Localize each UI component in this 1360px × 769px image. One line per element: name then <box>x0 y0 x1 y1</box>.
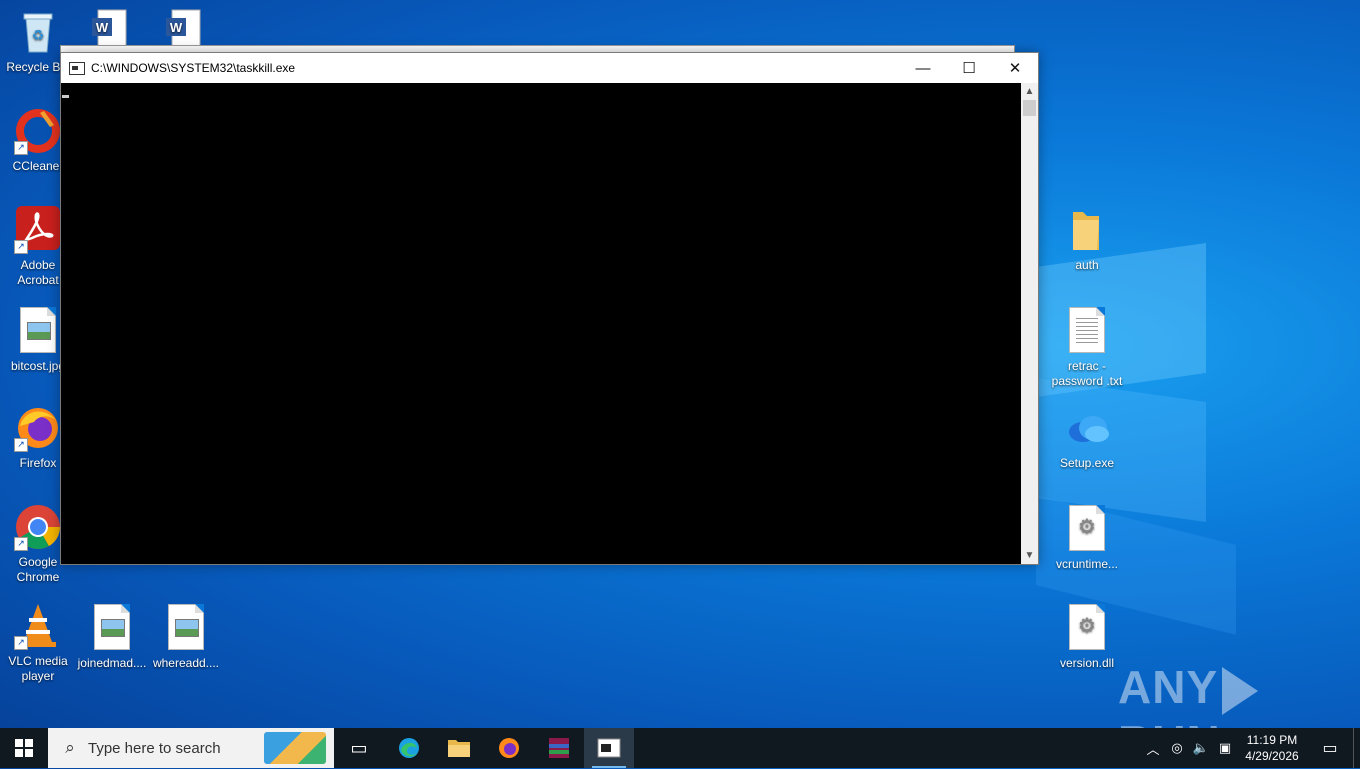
ccleaner-icon: ↗ <box>14 107 62 155</box>
shortcut-arrow-icon: ↗ <box>14 141 28 155</box>
winrar-icon <box>549 738 569 758</box>
adobe-acrobat-icon: ↗ <box>14 206 62 254</box>
taskbar-console[interactable] <box>584 728 634 768</box>
minimize-button[interactable]: — <box>900 53 946 83</box>
close-button[interactable]: ✕ <box>992 53 1038 83</box>
chrome-icon: ↗ <box>14 503 62 551</box>
firefox-icon: ↗ <box>14 404 62 452</box>
shortcut-arrow-icon: ↗ <box>14 537 28 551</box>
firefox-icon <box>499 738 519 758</box>
taskbar-edge[interactable] <box>384 728 434 768</box>
folder-icon <box>1063 206 1111 254</box>
volume-icon[interactable]: 🔈 <box>1189 740 1213 756</box>
text-file-icon <box>1063 307 1111 355</box>
desktop-icon-vlc[interactable]: ↗ VLC media player <box>0 602 76 684</box>
desktop-icon-label: VLC media player <box>8 654 68 683</box>
shortcut-arrow-icon: ↗ <box>14 636 28 650</box>
desktop-icon-label: retrac - password .txt <box>1051 359 1123 388</box>
svg-text:W: W <box>96 20 109 35</box>
start-button[interactable] <box>0 728 48 768</box>
recycle-bin-icon: ♻ <box>14 8 62 56</box>
shortcut-arrow-icon: ↗ <box>14 438 28 452</box>
desktop-icon-vcruntime[interactable]: ⚙ vcruntime... <box>1049 503 1125 572</box>
console-title-bar[interactable]: C:\WINDOWS\SYSTEM32\taskkill.exe — ☐ ✕ <box>61 53 1038 83</box>
shortcut-arrow-icon: ↗ <box>14 240 28 254</box>
desktop-icon-label: auth <box>1075 258 1099 272</box>
desktop-icon-label: vcruntime... <box>1055 557 1118 571</box>
desktop-icon-whereadd[interactable]: whereadd.... <box>148 602 224 671</box>
task-view-button[interactable]: ▭ <box>334 728 384 768</box>
desktop-icon-version-dll[interactable]: ⚙ version.dll <box>1049 602 1125 671</box>
watermark-left-text: ANY <box>1118 661 1219 713</box>
notification-icon[interactable]: ▭ <box>1307 738 1353 758</box>
scroll-up-arrow-icon[interactable]: ▲ <box>1021 83 1038 100</box>
search-placeholder: Type here to search <box>88 739 221 757</box>
network-icon[interactable]: ▣ <box>1213 740 1237 756</box>
vlc-cone-icon: ↗ <box>14 602 62 650</box>
taskbar-winrar[interactable] <box>534 728 584 768</box>
desktop-icon-label: version.dll <box>1059 656 1115 670</box>
scrollbar-thumb[interactable] <box>1023 100 1036 116</box>
desktop-icon-retrac-password[interactable]: retrac - password .txt <box>1049 305 1125 389</box>
window-title: C:\WINDOWS\SYSTEM32\taskkill.exe <box>91 61 296 75</box>
scroll-down-arrow-icon[interactable]: ▼ <box>1021 547 1038 564</box>
svg-text:♻: ♻ <box>32 27 45 43</box>
edge-icon <box>399 738 419 758</box>
console-output-area[interactable] <box>61 83 1021 564</box>
desktop-icon-label: Setup.exe <box>1059 456 1115 470</box>
desktop-icon-joinedmad[interactable]: joinedmad.... <box>74 602 150 671</box>
clock-date: 4/29/2026 <box>1245 749 1299 763</box>
clock[interactable]: 11:19 PM 4/29/2026 <box>1237 732 1307 764</box>
image-file-icon <box>88 604 136 652</box>
taskbar-firefox[interactable] <box>484 728 534 768</box>
text-cursor <box>62 95 69 98</box>
system-tray: ︿ ◎ 🔈 ▣ 11:19 PM 4/29/2026 ▭ <box>1141 728 1360 768</box>
desktop-icon-auth-folder[interactable]: auth <box>1049 206 1125 273</box>
desktop-icon-label: joinedmad.... <box>77 656 147 670</box>
search-highlight-image <box>264 732 326 764</box>
windows-logo-icon <box>15 739 33 757</box>
play-triangle-icon <box>1222 666 1259 715</box>
chevron-up-icon[interactable]: ︿ <box>1141 739 1165 758</box>
folder-icon <box>448 740 470 757</box>
maximize-button[interactable]: ☐ <box>946 53 992 83</box>
meet-now-icon[interactable]: ◎ <box>1165 740 1189 756</box>
task-view-icon: ▭ <box>350 737 368 758</box>
console-window-icon <box>597 738 621 758</box>
svg-text:W: W <box>170 20 183 35</box>
image-file-icon <box>162 604 210 652</box>
taskbar: ⌕ Type here to search ▭ ︿ ◎ 🔈 ▣ 11:19 PM… <box>0 728 1360 768</box>
clock-time: 11:19 PM <box>1246 733 1298 747</box>
search-icon: ⌕ <box>65 738 75 757</box>
dll-settings-file-icon: ⚙ <box>1063 505 1111 553</box>
desktop-icon-label: whereadd.... <box>152 656 220 670</box>
taskbar-search-box[interactable]: ⌕ Type here to search <box>48 728 334 768</box>
taskbar-file-explorer[interactable] <box>434 728 484 768</box>
dll-settings-file-icon: ⚙ <box>1063 604 1111 652</box>
desktop-icon-setup-exe[interactable]: Setup.exe <box>1049 404 1125 471</box>
image-file-icon <box>14 307 62 355</box>
vertical-scrollbar[interactable]: ▲ ▼ <box>1021 83 1038 564</box>
console-window[interactable]: C:\WINDOWS\SYSTEM32\taskkill.exe — ☐ ✕ ▲… <box>60 52 1039 565</box>
onedrive-cloud-icon <box>1063 404 1111 452</box>
console-app-icon <box>69 61 85 75</box>
show-desktop-button[interactable] <box>1353 728 1360 768</box>
